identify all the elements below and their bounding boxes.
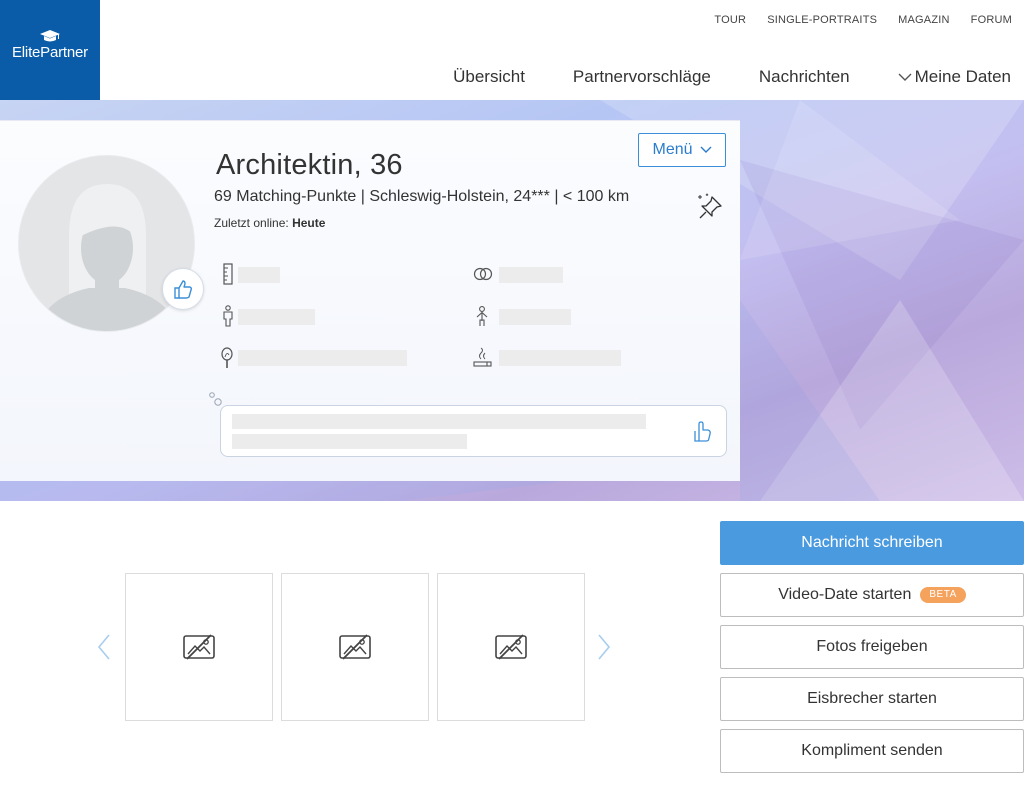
thumbs-up-icon — [174, 280, 193, 299]
topnav-single-portraits[interactable]: SINGLE-PORTRAITS — [767, 14, 877, 26]
carousel-prev-arrow[interactable] — [97, 633, 111, 661]
write-message-label: Nachricht schreiben — [801, 534, 943, 551]
nav-overview-label: Übersicht — [453, 67, 525, 86]
profile-avatar-placeholder — [18, 155, 195, 332]
elitepartner-logo[interactable]: ElitePartner — [0, 0, 100, 100]
topnav-magazin[interactable]: MAGAZIN — [898, 14, 950, 26]
attribute-value-placeholder — [499, 350, 621, 366]
attribute-value-placeholder — [238, 267, 280, 283]
brand-name: ElitePartner — [12, 44, 88, 61]
rings-icon — [473, 267, 493, 281]
profile-menu-button[interactable]: Menü — [638, 133, 726, 167]
photo-slot-2[interactable] — [281, 573, 429, 721]
about-text-placeholder — [232, 414, 646, 429]
nav-messages-label: Nachrichten — [758, 67, 850, 86]
top-navigation: TOUR SINGLE-PORTRAITS MAGAZIN FORUM — [714, 14, 1012, 26]
thumbs-up-icon[interactable] — [690, 420, 714, 444]
topnav-forum[interactable]: FORUM — [971, 14, 1012, 26]
share-photos-label: Fotos freigeben — [816, 638, 928, 655]
attribute-value-placeholder — [499, 309, 571, 325]
chevron-down-icon — [898, 73, 912, 81]
graduation-cap-icon — [40, 30, 60, 42]
attribute-value-placeholder — [499, 267, 563, 283]
nav-partner-suggestions-label: Partnervorschläge — [572, 67, 711, 86]
nav-overview[interactable]: Übersicht — [453, 67, 525, 87]
about-me-box — [220, 405, 727, 457]
nav-messages[interactable]: Nachrichten — [759, 67, 850, 87]
last-online-status: Zuletzt online: Heute — [214, 216, 325, 230]
main-navigation: Übersicht Partnervorschläge Nachrichten … — [453, 66, 1011, 88]
no-photo-icon — [495, 634, 527, 660]
start-video-date-label: Video-Date starten — [778, 586, 912, 603]
nav-partner-suggestions[interactable]: Partnervorschläge — [573, 67, 711, 87]
carousel-next-arrow[interactable] — [597, 633, 611, 661]
no-photo-icon — [183, 634, 215, 660]
last-online-value: Heute — [292, 216, 326, 230]
female-silhouette-icon — [19, 156, 194, 331]
share-photos-button[interactable]: Fotos freigeben — [720, 625, 1024, 669]
start-icebreaker-label: Eisbrecher starten — [807, 690, 937, 707]
write-message-button[interactable]: Nachricht schreiben — [720, 521, 1024, 565]
site-header: ElitePartner TOUR SINGLE-PORTRAITS MAGAZ… — [0, 0, 1024, 100]
start-video-date-button[interactable]: Video-Date starten BETA — [720, 573, 1024, 617]
attribute-value-placeholder — [238, 309, 315, 325]
profile-matching-info: 69 Matching-Punkte | Schleswig-Holstein,… — [214, 188, 630, 205]
child-figure-icon — [476, 306, 488, 326]
photo-slot-3[interactable] — [437, 573, 585, 721]
like-profile-button[interactable] — [162, 268, 204, 310]
chevron-down-icon — [700, 146, 712, 153]
no-photo-icon — [339, 634, 371, 660]
send-compliment-label: Kompliment senden — [801, 742, 943, 759]
hand-mirror-icon — [221, 347, 233, 368]
body-figure-icon — [223, 305, 233, 327]
nav-my-data[interactable]: Meine Daten — [898, 67, 1011, 87]
profile-card: Architektin, 36 69 Matching-Punkte | Sch… — [0, 120, 740, 481]
smoking-icon — [473, 347, 492, 367]
height-ruler-icon — [223, 263, 233, 285]
profile-menu-label: Menü — [652, 141, 693, 158]
send-compliment-button[interactable]: Kompliment senden — [720, 729, 1024, 773]
photo-slot-1[interactable] — [125, 573, 273, 721]
about-text-placeholder — [232, 434, 467, 449]
beta-badge: BETA — [920, 587, 966, 603]
attribute-value-placeholder — [238, 350, 407, 366]
topnav-tour[interactable]: TOUR — [714, 14, 746, 26]
pin-favorite-icon[interactable] — [695, 193, 725, 223]
nav-my-data-label: Meine Daten — [914, 67, 1011, 86]
start-icebreaker-button[interactable]: Eisbrecher starten — [720, 677, 1024, 721]
last-online-label: Zuletzt online: — [214, 216, 289, 230]
profile-title: Architektin, 36 — [216, 149, 403, 181]
